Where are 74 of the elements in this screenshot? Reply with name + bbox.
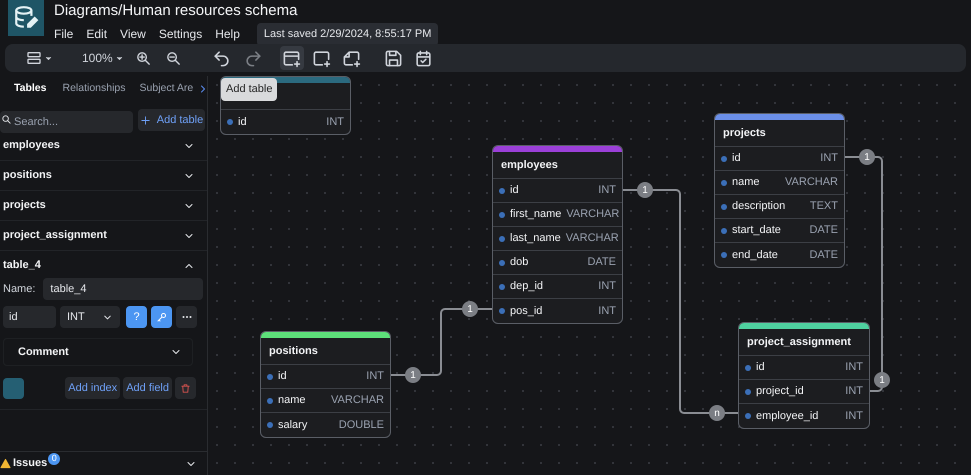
comment-accordion[interactable]: Comment bbox=[3, 338, 193, 366]
table-name: positions bbox=[269, 344, 318, 359]
menu-item[interactable]: Settings bbox=[158, 25, 202, 44]
field-type: INT bbox=[820, 151, 838, 166]
table-accordion-item[interactable]: project_assignment bbox=[0, 221, 207, 250]
issues-count-badge: 0 bbox=[48, 452, 60, 464]
field-name: description bbox=[732, 199, 786, 214]
field-name: dob bbox=[510, 255, 528, 270]
table-accordion-item[interactable]: table_4 bbox=[0, 251, 207, 280]
field-type: DATE bbox=[809, 248, 838, 263]
field-type: INT bbox=[845, 384, 863, 400]
menu-item[interactable]: Help bbox=[215, 25, 240, 44]
cardinality-badge: 1 bbox=[859, 149, 875, 165]
field-name: pos_id bbox=[510, 304, 542, 319]
field-name: id bbox=[510, 183, 519, 198]
field-type: INT bbox=[598, 304, 616, 319]
cardinality-badge: 1 bbox=[405, 367, 421, 383]
zoom-dropdown[interactable]: 100% bbox=[78, 46, 128, 70]
name-label: Name: bbox=[3, 282, 36, 297]
field-type: DATE bbox=[809, 223, 838, 238]
field-name: dep_id bbox=[510, 279, 544, 294]
field-name: id bbox=[732, 151, 741, 166]
field-type-dropdown[interactable]: INT bbox=[60, 306, 120, 328]
menu-item[interactable]: Edit bbox=[86, 25, 108, 44]
cardinality-badge: 1 bbox=[637, 182, 653, 198]
field-name: project_id bbox=[756, 384, 804, 400]
issues-label: Issues bbox=[13, 456, 48, 472]
table-name: projects bbox=[723, 126, 766, 141]
tab[interactable]: Subject Are bbox=[140, 81, 194, 97]
field-name: name bbox=[732, 175, 760, 190]
field-name: salary bbox=[278, 418, 308, 433]
field-type: INT bbox=[366, 369, 384, 384]
add-table-button[interactable]: Add table bbox=[138, 109, 205, 131]
add-index-button[interactable]: Add index bbox=[65, 377, 120, 399]
last-saved-label: Last saved 2/29/2024, 8:55:17 PM bbox=[256, 23, 438, 46]
field-type: INT bbox=[598, 279, 616, 294]
field-type: TEXT bbox=[810, 199, 838, 214]
field-name: name bbox=[278, 393, 306, 408]
field-name: end_date bbox=[732, 248, 778, 263]
search-field[interactable]: Search... bbox=[0, 111, 133, 133]
field-type: DATE bbox=[587, 255, 616, 270]
cardinality-badge: 1 bbox=[874, 372, 890, 388]
field-type: DOUBLE bbox=[338, 418, 384, 433]
diagram-title: Diagrams/Human resources schema bbox=[54, 2, 298, 20]
tooltip: Add table bbox=[221, 78, 278, 100]
table-accordion-item[interactable]: positions bbox=[0, 161, 207, 190]
tab[interactable]: Relationships bbox=[62, 81, 126, 97]
field-name: employee_id bbox=[756, 408, 818, 424]
table-accordion-item[interactable]: employees bbox=[0, 131, 207, 160]
field-name: id bbox=[278, 369, 287, 384]
field-name: id bbox=[238, 114, 247, 130]
field-type: INT bbox=[845, 408, 863, 424]
table-name: project_assignment bbox=[747, 334, 851, 350]
menu-item[interactable]: File bbox=[54, 25, 74, 44]
field-type: VARCHAR bbox=[566, 207, 620, 222]
cardinality-badge: 1 bbox=[462, 301, 478, 317]
menu-item[interactable]: View bbox=[120, 25, 146, 44]
field-type: INT bbox=[845, 360, 863, 376]
tab[interactable]: Tables bbox=[14, 81, 46, 97]
field-name: start_date bbox=[732, 223, 781, 238]
table-accordion-item[interactable]: projects bbox=[0, 191, 207, 220]
field-type: VARCHAR bbox=[785, 175, 838, 190]
add-field-button[interactable]: Add field bbox=[123, 377, 172, 399]
table-name: employees bbox=[501, 158, 558, 173]
cardinality-badge: n bbox=[709, 405, 725, 421]
table-name-field[interactable]: table_4 bbox=[43, 278, 204, 300]
field-type: VARCHAR bbox=[566, 231, 619, 246]
field-type: VARCHAR bbox=[331, 393, 384, 408]
field-name: id bbox=[756, 360, 765, 376]
field-name: last_name bbox=[510, 231, 561, 246]
field-name-field[interactable]: id bbox=[3, 306, 56, 328]
field-type: INT bbox=[326, 114, 344, 130]
field-name: first_name bbox=[510, 207, 562, 222]
field-type: INT bbox=[598, 183, 616, 198]
